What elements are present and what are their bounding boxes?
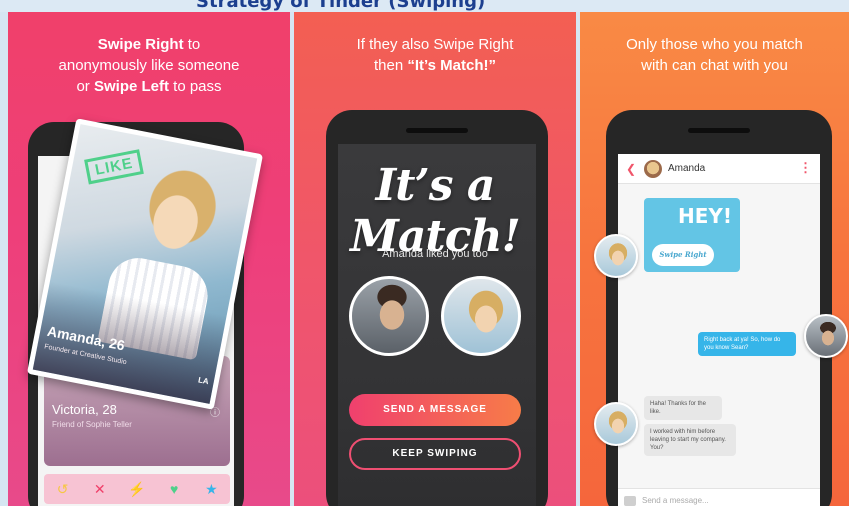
avatar-match (441, 276, 521, 356)
chat-contact-name[interactable]: Amanda (668, 163, 705, 174)
avatar[interactable] (644, 160, 662, 178)
message-input-bar[interactable]: Send a message... (618, 488, 820, 506)
panel3-caption: Only those who you match with can chat w… (580, 34, 849, 76)
message-incoming: Haha! Thanks for the like. (644, 396, 722, 420)
message-outgoing: Right back at ya! So, how do you know Se… (698, 332, 796, 356)
top-title-strip: Strategy of Tinder (Swiping) (0, 0, 849, 12)
back-icon[interactable]: ❮ (626, 162, 636, 176)
chat-header: ❮ Amanda ⋮ (618, 154, 820, 184)
sticker-caption: Swipe Right (652, 244, 714, 266)
match-title: It’s a Match! (350, 160, 521, 262)
sticker-message: HEY! Swipe Right (644, 198, 740, 272)
caption-text: with can chat with you (641, 57, 788, 74)
caption-text: Only those who you match (626, 36, 803, 53)
panel-swipe: Swipe Right to anonymously like someone … (8, 12, 290, 506)
caption-text: to pass (169, 78, 222, 95)
partial-title: Strategy of Tinder (Swiping) (196, 0, 486, 12)
chat-avatar-amanda (594, 402, 638, 446)
caption-text: anonymously like someone (58, 57, 240, 74)
nope-icon[interactable]: ✕ (88, 481, 112, 498)
caption-bold: “It’s Match!” (407, 57, 496, 74)
phone-speaker (688, 128, 750, 133)
sticker-text: HEY! (677, 204, 732, 228)
phone-screen: ❮ Amanda ⋮ HEY! Swipe Right Right back a… (618, 154, 820, 506)
rewind-icon[interactable]: ↺ (51, 481, 75, 498)
gif-icon[interactable] (624, 496, 636, 506)
profile-name: Victoria, 28 (52, 402, 117, 417)
superlike-icon[interactable]: ★ (199, 481, 223, 498)
caption-text: to (183, 36, 201, 53)
liked-text: Amanda liked you too (382, 248, 488, 260)
caption-text: or (76, 78, 94, 95)
panel1-caption: Swipe Right to anonymously like someone … (8, 34, 290, 97)
profile-job: Friend of Sophie Teller (52, 420, 132, 429)
caption-text: If they also Swipe Right (356, 36, 514, 53)
panel-match: If they also Swipe Right then “It’s Matc… (294, 12, 576, 506)
send-message-button[interactable]: SEND A MESSAGE (349, 394, 521, 426)
chat-avatar-user (804, 314, 848, 358)
message-input[interactable]: Send a message... (642, 496, 709, 505)
message-incoming: I worked with him before leaving to star… (644, 424, 736, 456)
phone-speaker (406, 128, 468, 133)
caption-text: then (374, 57, 408, 74)
keep-swiping-button[interactable]: KEEP SWIPING (349, 438, 521, 470)
panel2-caption: If they also Swipe Right then “It’s Matc… (294, 34, 576, 76)
caption-bold: Swipe Right (97, 36, 184, 53)
chat-avatar-amanda (594, 234, 638, 278)
panel-chat: Only those who you match with can chat w… (580, 12, 849, 506)
more-icon[interactable]: ⋮ (799, 160, 812, 176)
boost-icon[interactable]: ⚡ (125, 481, 149, 498)
avatar-user (349, 276, 429, 356)
card-tag: LA (197, 375, 210, 387)
caption-bold: Swipe Left (93, 78, 169, 95)
action-bar: ↺ ✕ ⚡ ♥ ★ (44, 474, 230, 504)
phone-frame: ❮ Amanda ⋮ HEY! Swipe Right Right back a… (606, 110, 832, 506)
like-icon[interactable]: ♥ (162, 481, 186, 497)
